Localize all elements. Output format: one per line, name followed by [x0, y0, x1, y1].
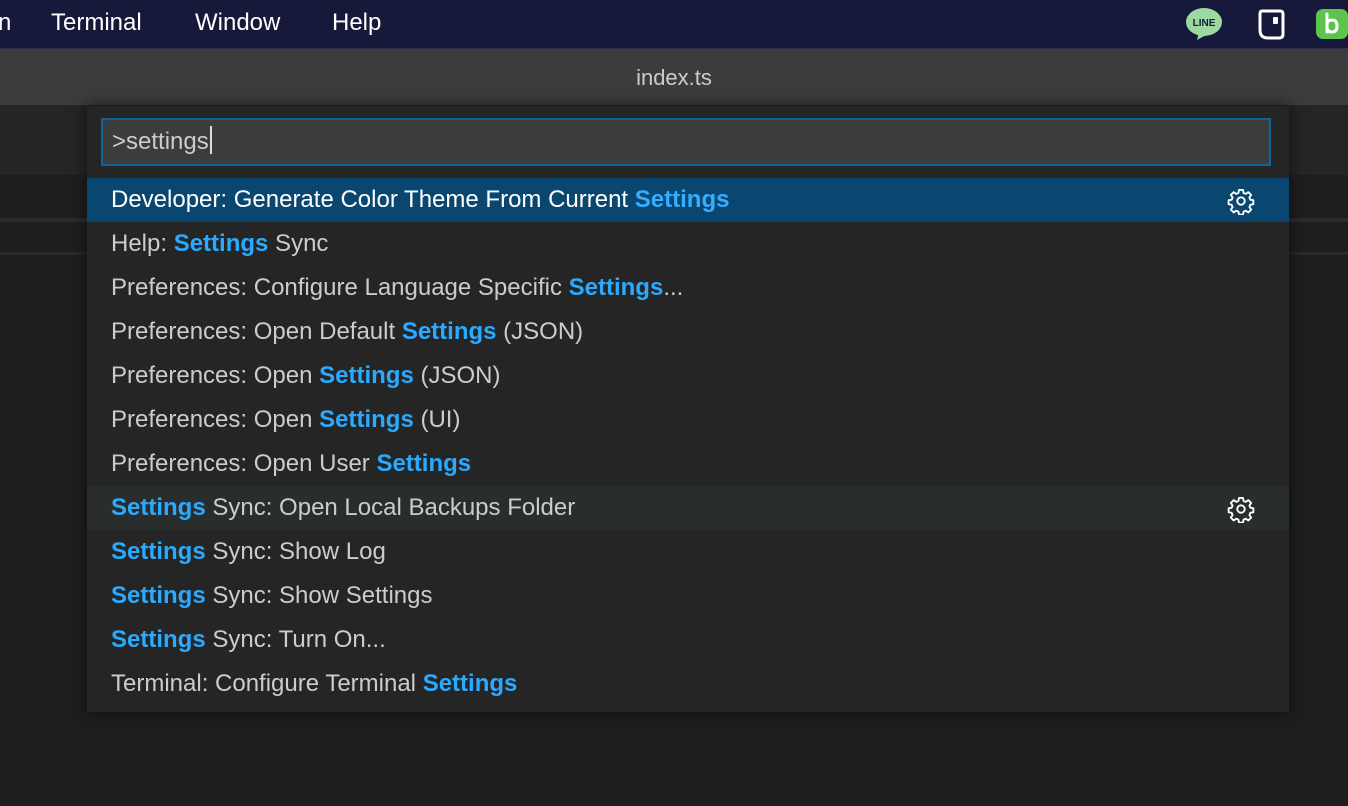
command-item-match: Settings — [319, 406, 414, 433]
menu-item-partial[interactable]: n — [0, 9, 11, 37]
command-item-label: Preferences: Open User — [111, 450, 377, 477]
window-title: index.ts — [636, 65, 712, 90]
command-item-match: Settings — [376, 450, 472, 477]
command-item-label: Preferences: Open — [111, 362, 320, 389]
command-item[interactable]: Help: Settings Sync — [87, 222, 1289, 266]
command-item-label: Sync: Show Settings — [205, 582, 433, 609]
command-item-match: Settings — [111, 626, 206, 653]
command-item-label: Preferences: Configure Language Specific — [111, 274, 569, 301]
command-item-match: Settings — [111, 582, 206, 609]
command-item[interactable]: Settings Sync: Show Log — [87, 530, 1289, 574]
gear-icon[interactable] — [1227, 494, 1255, 524]
command-item[interactable]: Preferences: Open Default Settings (JSON… — [87, 310, 1289, 354]
command-item[interactable]: Preferences: Configure Language Specific… — [87, 266, 1289, 310]
notes-widget-icon[interactable] — [1256, 7, 1286, 41]
line-icon-label: LINE — [1193, 18, 1216, 29]
command-item[interactable]: Settings Sync: Open Local Backups Folder — [87, 486, 1289, 530]
command-list: Developer: Generate Color Theme From Cur… — [87, 178, 1289, 706]
command-palette-input[interactable]: >settings — [101, 118, 1271, 166]
command-item-label: Sync — [268, 230, 329, 257]
menu-item-window[interactable]: Window — [195, 9, 280, 37]
command-item-label: Developer: Generate Color Theme From Cur… — [111, 186, 635, 213]
window-title-bar: index.ts — [0, 49, 1348, 105]
command-item-match: Settings — [422, 670, 518, 697]
menu-item-help[interactable]: Help — [332, 9, 381, 37]
command-item-label: Sync: Open Local Backups Folder — [205, 494, 576, 521]
command-item[interactable]: Developer: Generate Color Theme From Cur… — [87, 178, 1289, 222]
command-item-match: Settings — [111, 494, 206, 521]
command-palette: >settings Developer: Generate Color Them… — [87, 106, 1289, 712]
command-item-match: Settings — [634, 186, 730, 213]
text-caret — [209, 126, 212, 154]
command-item-match: Settings — [319, 362, 414, 389]
command-item-match: Settings — [401, 318, 497, 345]
gear-icon[interactable] — [1227, 186, 1255, 216]
command-item-label: (JSON) — [496, 318, 584, 345]
menu-item-terminal[interactable]: Terminal — [51, 9, 142, 37]
command-item-label: Help: — [111, 230, 174, 257]
command-item[interactable]: Preferences: Open User Settings — [87, 442, 1289, 486]
line-app-icon[interactable]: LINE — [1184, 7, 1224, 41]
command-item-label: Preferences: Open Default — [111, 318, 402, 345]
command-item[interactable]: Terminal: Configure Terminal Settings — [87, 662, 1289, 706]
command-item-label: Terminal: Configure Terminal — [111, 670, 423, 697]
command-item[interactable]: Preferences: Open Settings (UI) — [87, 398, 1289, 442]
command-item-match: Settings — [173, 230, 269, 257]
command-item-match: Settings — [568, 274, 664, 301]
green-b-app-icon[interactable] — [1315, 7, 1348, 41]
command-item-label: ... — [663, 274, 684, 301]
macos-menu-bar: n Terminal Window Help LINE — [0, 0, 1348, 49]
command-item[interactable]: Settings Sync: Turn On... — [87, 618, 1289, 662]
command-item[interactable]: Settings Sync: Show Settings — [87, 574, 1289, 618]
command-item-match: Settings — [111, 538, 206, 565]
command-item-label: Sync: Turn On... — [205, 626, 386, 653]
command-item-label: (UI) — [413, 406, 461, 433]
command-item-label: (JSON) — [413, 362, 501, 389]
command-palette-input-value: >settings — [112, 128, 209, 155]
command-item[interactable]: Preferences: Open Settings (JSON) — [87, 354, 1289, 398]
command-item-label: Sync: Show Log — [205, 538, 386, 565]
command-item-label: Preferences: Open — [111, 406, 320, 433]
